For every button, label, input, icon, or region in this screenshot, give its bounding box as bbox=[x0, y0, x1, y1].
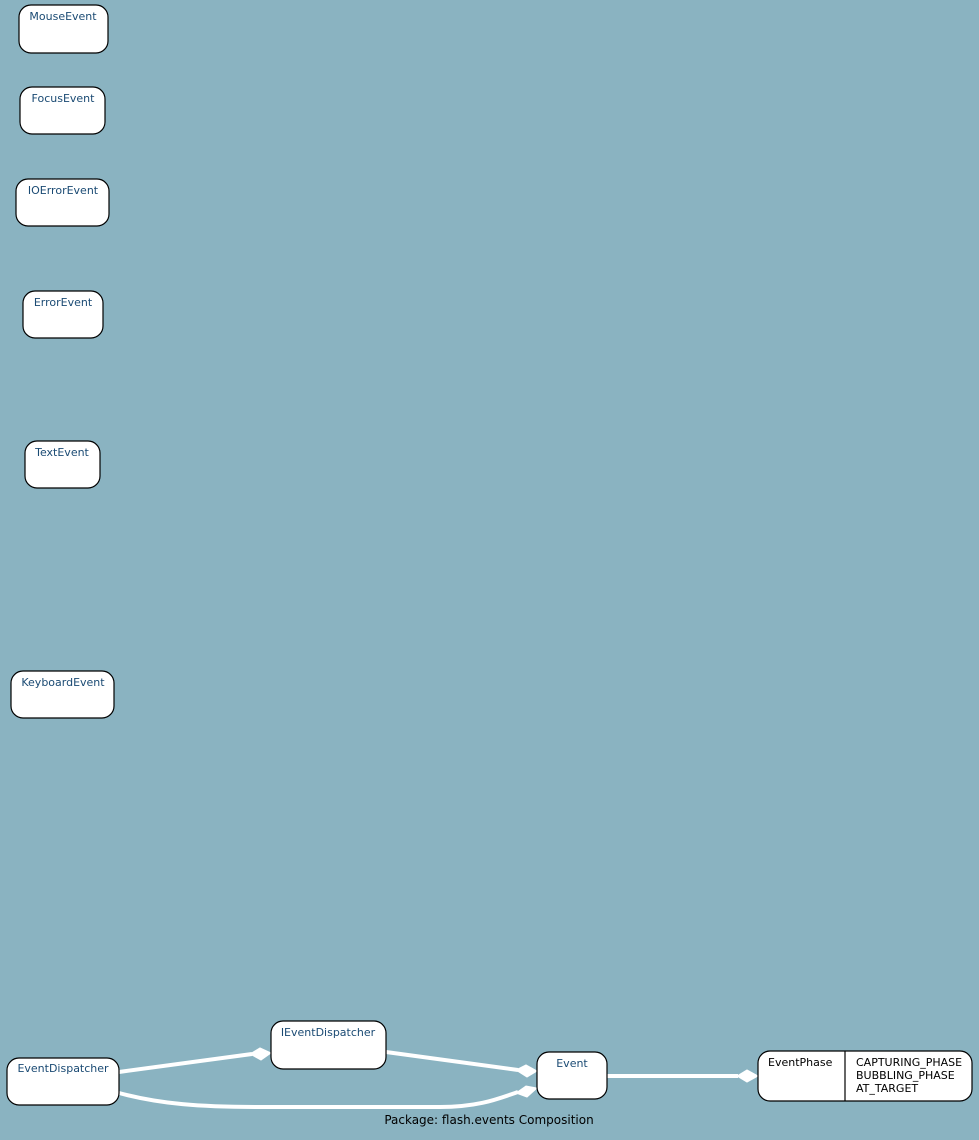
node-event-dispatcher-label[interactable]: EventDispatcher bbox=[17, 1062, 109, 1075]
diamond-event-top-icon bbox=[514, 1064, 539, 1078]
node-mouse-event[interactable]: MouseEvent bbox=[18, 4, 109, 54]
node-event-phase: EventPhase CAPTURING_PHASE BUBBLING_PHAS… bbox=[757, 1050, 973, 1102]
node-ievent-dispatcher[interactable]: IEventDispatcher bbox=[270, 1020, 387, 1070]
node-ioerror-event[interactable]: IOErrorEvent bbox=[15, 178, 110, 227]
event-phase-field: AT_TARGET bbox=[856, 1082, 918, 1095]
node-ievent-dispatcher-label[interactable]: IEventDispatcher bbox=[281, 1026, 376, 1039]
node-event[interactable]: Event bbox=[536, 1051, 608, 1100]
edge-ieventdispatcher-to-event bbox=[385, 1050, 519, 1072]
node-error-event[interactable]: ErrorEvent bbox=[22, 290, 104, 339]
diamond-eventphase-icon bbox=[736, 1069, 760, 1083]
node-mouse-event-label[interactable]: MouseEvent bbox=[29, 10, 97, 23]
node-event-dispatcher[interactable]: EventDispatcher bbox=[6, 1057, 120, 1106]
node-event-phase-label: EventPhase bbox=[768, 1056, 833, 1069]
node-focus-event-label[interactable]: FocusEvent bbox=[32, 92, 96, 105]
diagram-caption: Package: flash.events Composition bbox=[384, 1113, 593, 1127]
composition-diagram: MouseEvent FocusEvent IOErrorEvent Error… bbox=[6, 4, 973, 1127]
node-focus-event[interactable]: FocusEvent bbox=[19, 86, 106, 135]
node-error-event-label[interactable]: ErrorEvent bbox=[34, 296, 93, 309]
node-keyboard-event[interactable]: KeyboardEvent bbox=[10, 670, 115, 719]
node-event-label[interactable]: Event bbox=[556, 1057, 588, 1070]
event-phase-field: CAPTURING_PHASE bbox=[856, 1056, 962, 1069]
edge-eventdispatcher-to-ieventdispatcher bbox=[118, 1052, 253, 1074]
diamond-ieventdispatcher-icon bbox=[248, 1047, 273, 1061]
node-ioerror-event-label[interactable]: IOErrorEvent bbox=[28, 184, 99, 197]
node-text-event[interactable]: TextEvent bbox=[24, 440, 101, 489]
node-text-event-label[interactable]: TextEvent bbox=[34, 446, 89, 459]
edge-eventdispatcher-to-event bbox=[118, 1090, 519, 1109]
node-keyboard-event-label[interactable]: KeyboardEvent bbox=[21, 676, 105, 689]
event-phase-field: BUBBLING_PHASE bbox=[856, 1069, 955, 1082]
diamond-event-bottom-icon bbox=[514, 1085, 539, 1098]
edges bbox=[118, 1050, 738, 1109]
